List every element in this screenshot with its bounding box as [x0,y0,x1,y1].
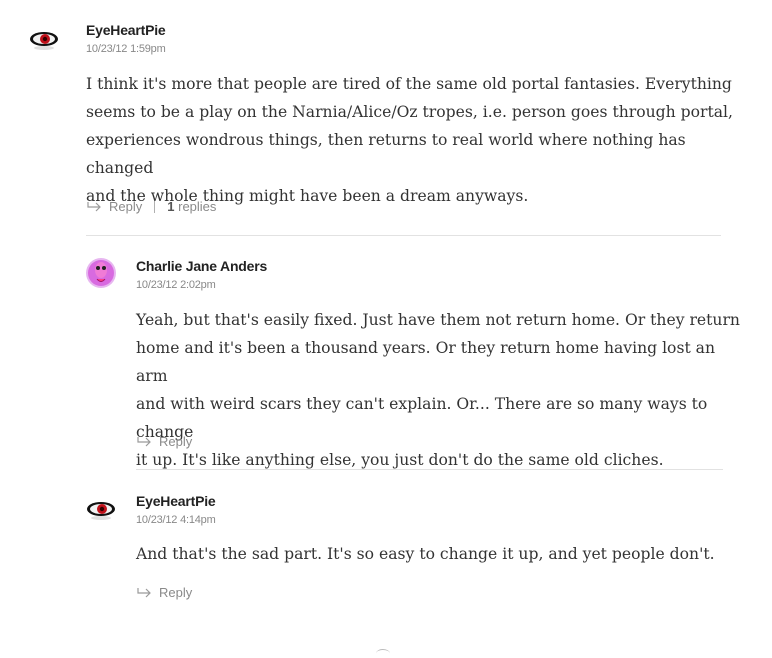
action-separator [154,200,156,213]
comment-body-line: and with weird scars they can't explain.… [136,395,708,441]
comment-body: I think it's more that people are tired … [86,70,746,210]
comment-timestamp[interactable]: 10/23/12 2:02pm [136,279,216,291]
reply-arrow-icon [137,587,151,597]
comment-actions: Reply [136,585,192,600]
comment-body-line: I think it's more that people are tired … [86,75,732,93]
comment-divider [136,469,723,470]
comment-timestamp[interactable]: 10/23/12 1:59pm [86,43,166,55]
reply-arrow-icon [87,201,101,211]
loading-indicator [376,649,390,658]
comment-body-line: seems to be a play on the Narnia/Alice/O… [86,103,733,121]
replies-label: replies [178,199,217,214]
comment-body-line: Yeah, but that's easily fixed. Just have… [136,311,740,329]
comment-timestamp[interactable]: 10/23/12 4:14pm [136,514,216,526]
reply-button[interactable]: Reply [159,434,192,449]
red-eye-icon[interactable] [84,496,118,530]
comment-author[interactable]: EyeHeartPie [86,22,166,38]
reply-button[interactable]: Reply [109,199,142,214]
comment-body-line: home and it's been a thousand years. Or … [136,339,716,385]
comment-body: Yeah, but that's easily fixed. Just have… [136,306,746,474]
replies-count: 1 [167,199,175,214]
comment-body-line: experiences wondrous things, then return… [86,131,686,177]
comment-body-line: And that's the sad part. It's so easy to… [136,545,715,563]
pink-figure-icon[interactable] [84,256,118,290]
replies-link[interactable]: 1 replies [167,199,216,214]
comment-actions: Reply [136,434,192,449]
comment-body: And that's the sad part. It's so easy to… [136,540,746,568]
comment-author[interactable]: EyeHeartPie [136,493,216,509]
comment-actions: Reply 1 replies [86,199,216,214]
red-eye-icon[interactable] [27,26,61,60]
comment-author[interactable]: Charlie Jane Anders [136,258,267,274]
comment-divider [86,235,721,236]
reply-button[interactable]: Reply [159,585,192,600]
reply-arrow-icon [137,436,151,446]
